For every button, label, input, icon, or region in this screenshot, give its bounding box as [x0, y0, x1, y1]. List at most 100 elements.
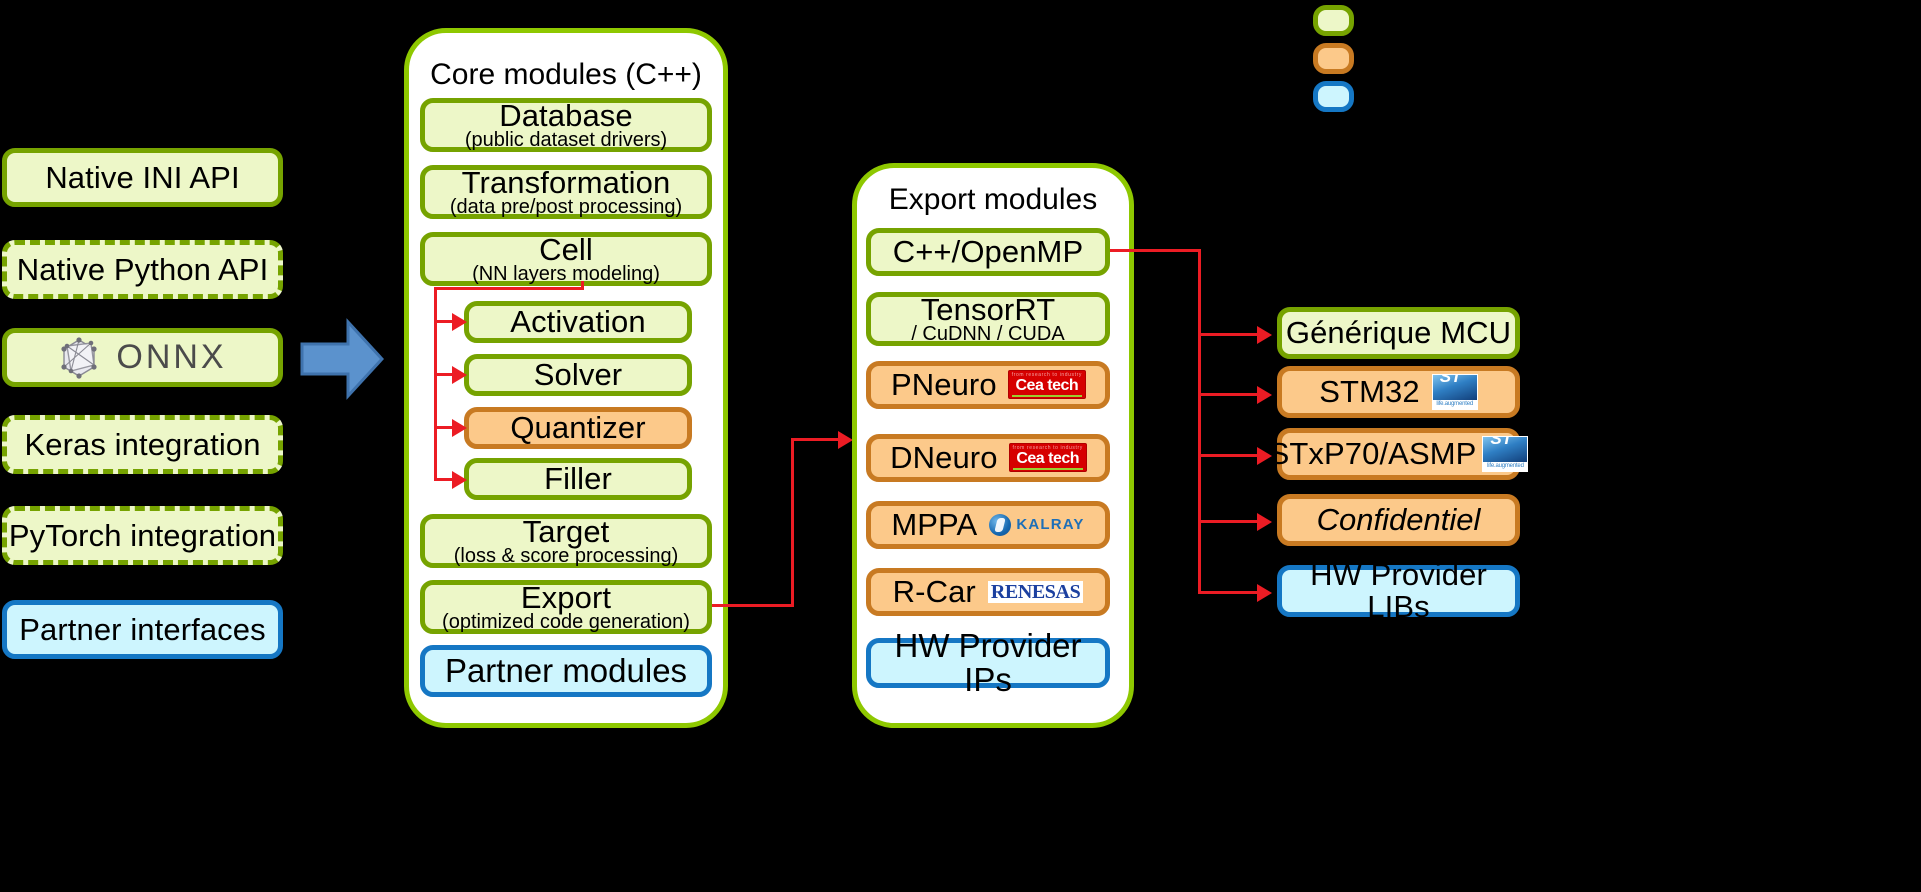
connector-export-v	[791, 438, 794, 607]
module-label: Transformation	[461, 164, 671, 200]
export-item-cpp-openmp[interactable]: C++/OpenMP	[866, 228, 1110, 276]
arrowhead-hw-provider-libs	[1257, 584, 1272, 602]
cea-rule	[1012, 468, 1083, 471]
module-label: Database	[499, 97, 633, 133]
kalray-mark-icon	[989, 513, 1012, 536]
export-label: C++/OpenMP	[892, 234, 1084, 270]
export-item-pneuro[interactable]: PNeuro from research to industry Cea tec…	[866, 361, 1110, 409]
core-cell-child-filler[interactable]: Filler	[464, 458, 692, 500]
export-row: PNeuro from research to industry Cea tec…	[890, 367, 1086, 403]
target-label: STxP70/ASMP	[1268, 436, 1477, 472]
export-label: DNeuro	[890, 440, 998, 476]
module-sublabel: (loss & score processing)	[453, 545, 679, 568]
st-mark-icon	[1432, 375, 1477, 400]
st-tagline: life.augmented	[1432, 400, 1477, 409]
cea-rule	[1011, 395, 1083, 398]
export-item-dneuro[interactable]: DNeuro from research to industry Cea tec…	[866, 434, 1110, 482]
legend-swatch-partner	[1313, 81, 1354, 112]
export-row: R-Car RENESAS	[893, 576, 1084, 608]
diagram-canvas: Native INI API Native Python API ONNX Ke…	[0, 0, 1921, 892]
target-row: STxP70/ASMP life.augmented	[1269, 436, 1529, 472]
input-label: Partner interfaces	[19, 611, 266, 647]
input-box-partner-interfaces[interactable]: Partner interfaces	[2, 600, 283, 659]
input-box-onnx[interactable]: ONNX	[2, 328, 283, 387]
connector-targets-spine	[1198, 249, 1201, 594]
target-box-hw-provider-libs[interactable]: HW Provider LIBs	[1277, 559, 1520, 622]
target-box-generique-mcu[interactable]: Générique MCU	[1277, 307, 1520, 359]
module-sublabel: (NN layers modeling)	[472, 263, 660, 286]
target-label: HW Provider LIBs	[1310, 557, 1487, 624]
core-module-partner-modules[interactable]: Partner modules	[420, 645, 712, 697]
module-label: Cell	[539, 231, 593, 267]
connector-export-h2	[791, 438, 843, 441]
core-module-cell[interactable]: Cell (NN layers modeling)	[420, 232, 712, 286]
export-label: PNeuro	[890, 367, 997, 403]
input-box-native-python-api[interactable]: Native Python API	[2, 240, 283, 299]
arrowhead-export-modules	[838, 431, 853, 449]
cea-wordmark: Cea tech	[1015, 377, 1079, 395]
connector-cell-stem-v	[581, 281, 584, 290]
kalray-wordmark: KALRAY	[1016, 516, 1085, 534]
target-label: Confidentiel	[1316, 502, 1481, 538]
st-logo: life.augmented	[1482, 436, 1529, 472]
connector-openmp-h	[1110, 249, 1200, 252]
legend-swatch-vendor	[1313, 43, 1354, 74]
module-label: Export	[520, 579, 612, 615]
arrowhead-confidentiel	[1257, 513, 1272, 531]
input-label: PyTorch integration	[8, 517, 277, 553]
target-row: STM32 life.augmented	[1319, 374, 1478, 410]
arrowhead-activation	[452, 313, 467, 331]
export-item-tensorrt[interactable]: TensorRT / CuDNN / CUDA	[866, 292, 1110, 346]
target-box-stxp70-asmp[interactable]: STxP70/ASMP life.augmented	[1269, 428, 1529, 480]
cea-wordmark: Cea tech	[1016, 450, 1080, 468]
core-module-target[interactable]: Target (loss & score processing)	[420, 514, 712, 568]
module-sublabel: (public dataset drivers)	[464, 129, 668, 152]
export-row: DNeuro from research to industry Cea tec…	[890, 442, 1086, 474]
core-module-transformation[interactable]: Transformation (data pre/post processing…	[420, 165, 712, 219]
legend-swatch-core	[1313, 5, 1354, 36]
export-modules-title: Export modules	[888, 183, 1098, 216]
export-label: TensorRT	[920, 291, 1056, 327]
core-cell-child-solver[interactable]: Solver	[464, 354, 692, 396]
core-cell-child-activation[interactable]: Activation	[464, 301, 692, 343]
renesas-wordmark: RENESAS	[990, 580, 1081, 603]
cea-tagline: from research to industry	[1011, 372, 1083, 379]
input-box-native-ini-api[interactable]: Native INI API	[2, 148, 283, 207]
export-label: HW Provider IPs	[894, 627, 1082, 698]
target-box-stm32[interactable]: STM32 life.augmented	[1277, 366, 1520, 418]
target-box-confidentiel[interactable]: Confidentiel	[1277, 494, 1520, 546]
arrowhead-stm32	[1257, 386, 1272, 404]
onnx-wordmark: ONNX	[116, 338, 227, 377]
arrowhead-quantizer	[452, 419, 467, 437]
core-module-database[interactable]: Database (public dataset drivers)	[420, 98, 712, 152]
module-label: Activation	[510, 304, 646, 340]
export-item-rcar[interactable]: R-Car RENESAS	[866, 568, 1110, 616]
module-label: Solver	[533, 357, 623, 393]
export-label: MPPA	[891, 507, 978, 543]
core-cell-child-quantizer[interactable]: Quantizer	[464, 407, 692, 449]
module-label: Partner modules	[444, 652, 688, 690]
connector-to-confidentiel	[1198, 520, 1260, 523]
cea-tech-logo: from research to industry Cea tech	[1009, 444, 1086, 472]
input-box-pytorch-integration[interactable]: PyTorch integration	[2, 506, 283, 565]
core-modules-title: Core modules (C++)	[430, 58, 702, 91]
connector-cell-stem-h	[434, 287, 584, 290]
export-item-hw-provider-ips[interactable]: HW Provider IPs	[866, 629, 1110, 696]
connector-to-stxp70	[1198, 454, 1260, 457]
module-label: Target	[522, 513, 610, 549]
export-item-mppa[interactable]: MPPA KALRAY	[866, 501, 1110, 549]
target-label: Générique MCU	[1285, 315, 1512, 351]
connector-export-h1	[712, 604, 794, 607]
input-box-keras-integration[interactable]: Keras integration	[2, 415, 283, 474]
arrowhead-filler	[452, 471, 467, 489]
module-sublabel: (optimized code generation)	[442, 611, 690, 634]
export-label: R-Car	[892, 574, 976, 610]
export-row: MPPA KALRAY	[891, 509, 1084, 541]
connector-cell-spine	[434, 287, 437, 481]
input-label: Native Python API	[16, 251, 269, 287]
core-module-export[interactable]: Export (optimized code generation)	[420, 580, 712, 634]
input-label: Native INI API	[45, 159, 240, 195]
st-logo: life.augmented	[1431, 374, 1478, 410]
kalray-logo: KALRAY	[989, 513, 1085, 536]
st-tagline: life.augmented	[1483, 462, 1528, 471]
